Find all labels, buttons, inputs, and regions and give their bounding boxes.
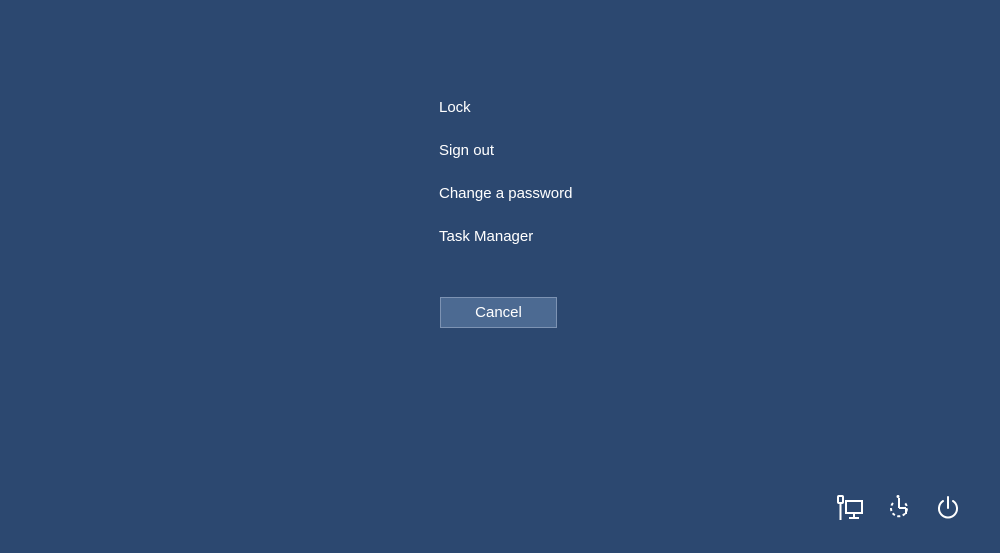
lock-option[interactable]: Lock	[439, 98, 572, 118]
network-button[interactable]	[834, 492, 866, 524]
sign-out-option[interactable]: Sign out	[439, 141, 572, 161]
ease-of-access-button[interactable]	[883, 492, 915, 524]
network-icon	[837, 495, 863, 520]
system-tray	[834, 492, 964, 524]
task-manager-option[interactable]: Task Manager	[439, 227, 572, 247]
security-options-menu: Lock Sign out Change a password Task Man…	[439, 98, 572, 270]
ease-of-access-icon	[890, 495, 908, 518]
cancel-button[interactable]: Cancel	[440, 297, 557, 328]
change-password-option[interactable]: Change a password	[439, 184, 572, 204]
power-button[interactable]	[932, 492, 964, 524]
power-icon	[938, 496, 958, 519]
